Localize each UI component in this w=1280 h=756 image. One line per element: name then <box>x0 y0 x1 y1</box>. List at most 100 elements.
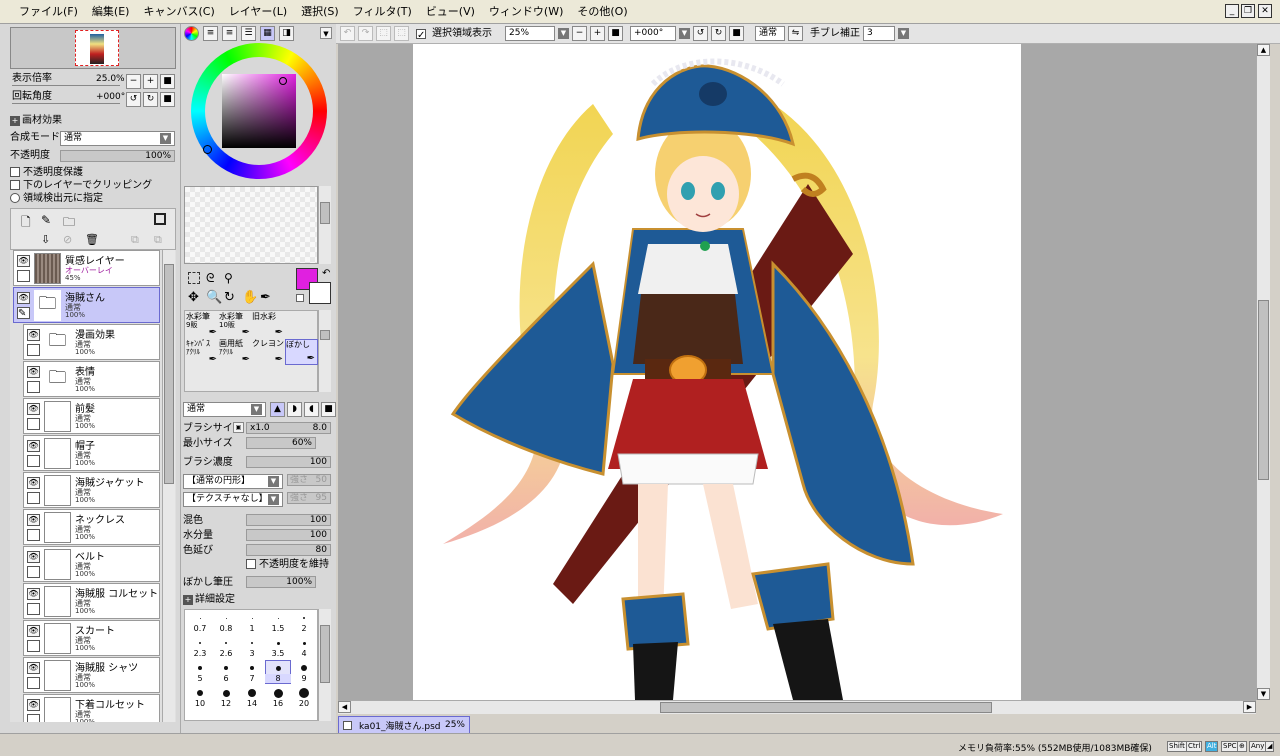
menu-item-2[interactable]: キャンバス(C) <box>136 2 221 22</box>
medium-tip-icon[interactable]: ◗ <box>287 402 302 417</box>
brush-size-label[interactable]: 12 <box>213 699 239 708</box>
toolbar-zoom-in-button[interactable]: + <box>590 26 605 41</box>
brush-size-label[interactable]: 9 <box>291 674 317 683</box>
deselect-icon[interactable]: ⬚ <box>376 26 391 41</box>
layer-select-checkbox[interactable] <box>27 566 40 578</box>
move-icon[interactable]: ✥ <box>188 290 199 305</box>
layer-select-checkbox[interactable] <box>27 640 40 652</box>
brush-size-label[interactable]: 14 <box>239 699 265 708</box>
brush-size-dot[interactable] <box>301 665 307 671</box>
layer-row[interactable]: 👁 海賊服 シャツ 通常 100% <box>23 657 160 693</box>
layer-select-checkbox[interactable] <box>27 381 40 393</box>
eye-icon[interactable]: 👁 <box>27 551 40 563</box>
eye-icon[interactable]: 👁 <box>27 588 40 600</box>
eye-icon[interactable]: 👁 <box>27 440 40 452</box>
layer-row[interactable]: 👁 海賊服 コルセット 通常 100% <box>23 583 160 619</box>
density-slider[interactable]: 100 <box>246 456 331 468</box>
swatch-grid[interactable] <box>184 186 318 264</box>
brush-size-dot[interactable] <box>276 641 280 645</box>
hue-cursor[interactable] <box>203 145 212 154</box>
magic-wand-icon[interactable]: ⚲ <box>224 271 233 285</box>
invert-selection-icon[interactable]: ⬚ <box>394 26 409 41</box>
eye-icon[interactable]: 👁 <box>17 255 30 267</box>
layer-select-checkbox[interactable] <box>27 455 40 467</box>
document-tab[interactable]: ka01_海賊さん.psd 25% <box>338 716 470 734</box>
layer-row[interactable]: 👁 スカート 通常 100% <box>23 620 160 656</box>
layer-row[interactable]: 👁 下着コルセット 通常 100% <box>23 694 160 722</box>
brush-size-dot[interactable] <box>197 690 203 696</box>
layer-row[interactable]: 👁 ✎ 🗀 海賊さん 通常 100% <box>13 287 160 323</box>
brush-size-dot[interactable] <box>248 689 256 697</box>
brush-blend-select[interactable]: 通常 ▼ <box>183 402 266 417</box>
zoom-slider[interactable] <box>12 85 120 86</box>
eye-icon[interactable]: 👁 <box>27 403 40 415</box>
redo-icon[interactable]: ↷ <box>358 26 373 41</box>
canvas-hscroll-thumb[interactable] <box>660 702 992 713</box>
rotation-select[interactable]: +000° <box>630 26 676 41</box>
canvas-horizontal-scrollbar[interactable]: ◀ ▶ <box>338 700 1256 714</box>
brush-tool[interactable]: 画用紙 ｱｸﾘﾙ ✒ <box>219 339 252 365</box>
size-preset-scrollbar[interactable] <box>318 609 331 721</box>
rotate-reset-button[interactable]: ■ <box>160 92 175 107</box>
brush-size-label[interactable]: 0.8 <box>213 624 239 633</box>
brush-size-dot[interactable] <box>302 641 306 645</box>
brush-size-label[interactable]: 2.3 <box>187 649 213 658</box>
layer-row[interactable]: 👁 ネックレス 通常 100% <box>23 509 160 545</box>
canvas-vscroll-thumb[interactable] <box>1258 300 1269 480</box>
layer-select-checkbox[interactable] <box>27 677 40 689</box>
brush-size-label[interactable]: 1.5 <box>265 624 291 633</box>
menu-item-8[interactable]: その他(O) <box>570 2 634 22</box>
brush-shape-select[interactable]: 【通常の円形】 ▼ <box>183 474 283 489</box>
menu-item-5[interactable]: フィルタ(T) <box>346 2 419 22</box>
toolbar-rotate-left-button[interactable]: ↺ <box>693 26 708 41</box>
flat-tip-icon[interactable]: ■ <box>321 402 336 417</box>
rgb-slider-tab[interactable]: ≡ <box>203 26 218 41</box>
brush-size-slider[interactable]: x1.0 8.0 <box>246 422 331 434</box>
layer-select-checkbox[interactable] <box>27 529 40 541</box>
rotate-right-button[interactable]: ↻ <box>143 92 158 107</box>
eye-icon[interactable]: 👁 <box>27 366 40 378</box>
brush-size-label[interactable]: 7 <box>239 674 265 683</box>
canvas[interactable] <box>413 44 1021 700</box>
scroll-down-icon[interactable]: ▼ <box>1257 688 1270 700</box>
layer-row[interactable]: 👁 ベルト 通常 100% <box>23 546 160 582</box>
keep-opacity-checkbox[interactable] <box>246 559 256 569</box>
layer-row[interactable]: 👁 🗀 漫画効果 通常 100% <box>23 324 160 360</box>
selection-source-option[interactable]: 領域検出元に指定 <box>10 193 103 205</box>
selection-display-checkbox[interactable]: ✓ <box>416 28 426 41</box>
layer-row[interactable]: 👁 前髪 通常 100% <box>23 398 160 434</box>
rotation-slider[interactable] <box>12 103 120 104</box>
menu-item-0[interactable]: ファイル(F) <box>12 2 85 22</box>
rect-select-icon[interactable] <box>188 272 200 284</box>
brush-size-dot[interactable] <box>251 617 253 619</box>
layer-row[interactable]: 👁 🗀 表情 通常 100% <box>23 361 160 397</box>
scratchpad-tab[interactable]: ◨ <box>279 26 294 41</box>
new-folder-icon[interactable]: 🗀 <box>63 213 75 234</box>
menu-item-7[interactable]: ウィンドウ(W) <box>482 2 570 22</box>
panel-menu-button[interactable]: ▼ <box>320 27 332 39</box>
brush-size-label[interactable]: 2 <box>291 624 317 633</box>
texture-select[interactable]: 【テクスチャなし】 ▼ <box>183 492 283 507</box>
round-tip-icon[interactable]: ◖ <box>304 402 319 417</box>
undo-icon[interactable]: ↶ <box>340 26 355 41</box>
eye-icon[interactable]: 👁 <box>17 292 30 304</box>
layer-scrollbar-thumb[interactable] <box>164 264 174 484</box>
brush-size-dot[interactable] <box>225 617 227 619</box>
brush-size-dot[interactable] <box>251 642 253 644</box>
toolbar-rotate-reset-button[interactable]: ■ <box>729 26 744 41</box>
eyedropper-icon[interactable]: ✒ <box>260 290 271 305</box>
brush-size-label[interactable]: 6 <box>213 674 239 683</box>
brush-size-dot[interactable] <box>275 665 281 671</box>
close-button[interactable]: ✕ <box>1258 4 1272 18</box>
menu-item-6[interactable]: ビュー(V) <box>419 2 482 22</box>
advanced-settings-toggle[interactable]: + 詳細設定 <box>183 594 235 606</box>
brush-size-dot[interactable] <box>273 688 283 698</box>
new-linework-layer-icon[interactable]: ✎ <box>41 213 51 227</box>
brush-size-label[interactable]: 20 <box>291 699 317 708</box>
zoom-in-button[interactable]: + <box>143 74 158 89</box>
toolbar-rotate-right-button[interactable]: ↻ <box>711 26 726 41</box>
lasso-icon[interactable]: ᘓ <box>206 271 214 286</box>
brush-tool[interactable]: クレヨン ✒ <box>252 339 285 365</box>
scroll-up-icon[interactable]: ▲ <box>1257 44 1270 56</box>
stabilizer-select[interactable]: 3 <box>863 26 895 41</box>
